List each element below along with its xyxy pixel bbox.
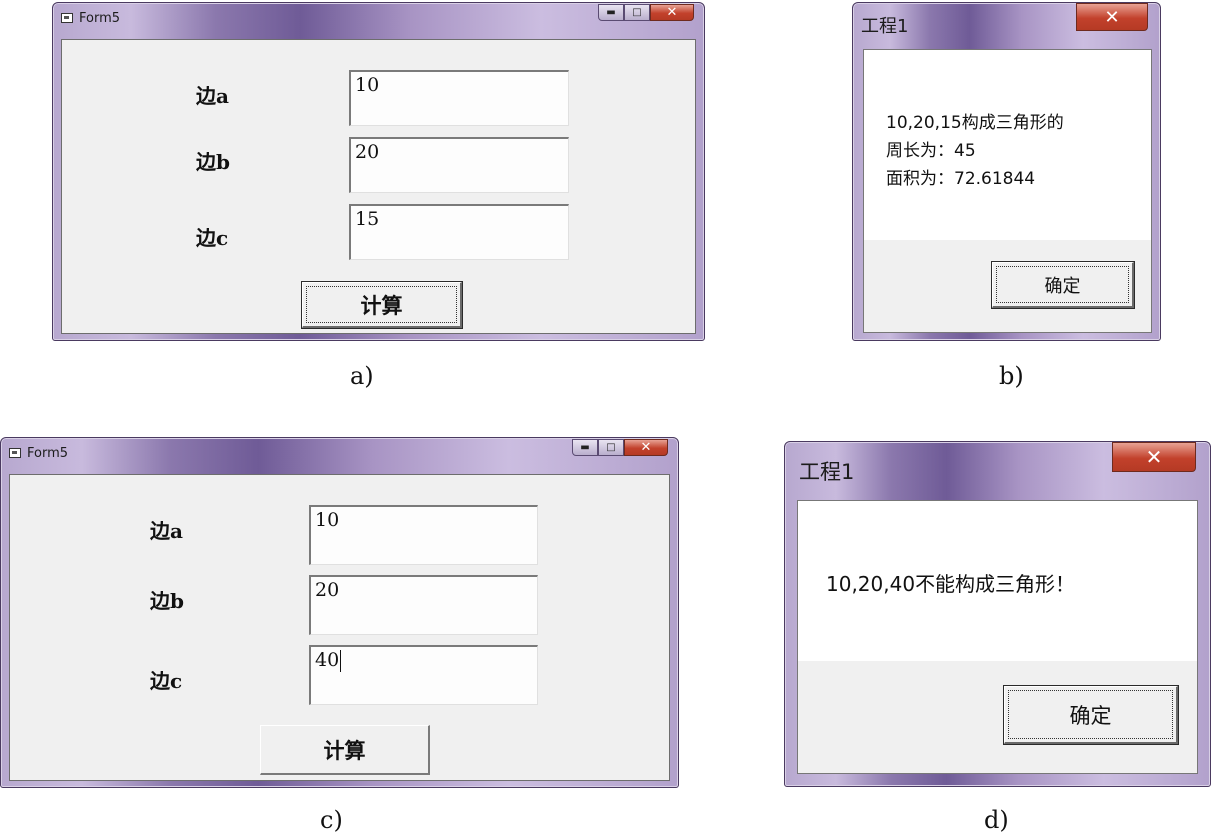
label-side-b: 边b <box>150 589 184 613</box>
label-side-b: 边b <box>196 150 230 174</box>
message-client-area: 10,20,40不能构成三角形！ 确定 <box>797 500 1198 774</box>
form-app-icon <box>61 13 73 23</box>
title-bar: Form5 <box>9 438 670 468</box>
close-icon[interactable]: ✕ <box>1112 442 1196 472</box>
side-c-input[interactable]: 15 <box>349 204 569 260</box>
ok-button[interactable]: 确定 <box>1004 686 1178 744</box>
caption-c: c) <box>320 806 343 834</box>
message-client-area: 10,20,15构成三角形的 周长为：45 面积为：72.61844 确定 <box>863 49 1152 333</box>
side-a-input[interactable]: 10 <box>309 505 538 565</box>
caption-b: b) <box>999 362 1024 390</box>
compute-button-label: 计算 <box>323 738 366 763</box>
form5-window-a: Form5 ▬ □ ✕ 边a 边b 边c 10 20 15 计算 <box>52 2 705 341</box>
message-line-3: 面积为：72.61844 <box>886 169 1036 189</box>
side-a-input[interactable]: 10 <box>349 70 569 126</box>
minimize-icon[interactable]: ▬ <box>598 4 624 21</box>
ok-button[interactable]: 确定 <box>992 262 1134 308</box>
compute-button[interactable]: 计算 <box>302 282 462 328</box>
message-box-b: 工程1 ✕ 10,20,15构成三角形的 周长为：45 面积为：72.61844… <box>852 2 1161 341</box>
caption-buttons: ✕ <box>1112 442 1196 472</box>
side-b-input[interactable]: 20 <box>309 575 538 635</box>
label-side-c: 边c <box>196 226 229 250</box>
window-title: Form5 <box>79 10 121 26</box>
message-line-1: 10,20,15构成三角形的 <box>886 113 1064 133</box>
window-title: Form5 <box>27 445 69 461</box>
compute-button[interactable]: 计算 <box>260 725 430 775</box>
label-side-a: 边a <box>150 519 183 543</box>
message-box-d: 工程1 ✕ 10,20,40不能构成三角形！ 确定 <box>784 441 1211 787</box>
message-text: 10,20,40不能构成三角形！ <box>826 572 1076 596</box>
caption-d: d) <box>984 806 1009 834</box>
form5-window-c: Form5 ▬ □ ✕ 边a 边b 边c 10 20 40 计算 <box>0 437 679 788</box>
caption-buttons: ▬ □ ✕ <box>598 4 694 21</box>
window-title: 工程1 <box>799 460 855 484</box>
caption-a: a) <box>350 362 374 390</box>
message-panel: 10,20,40不能构成三角形！ <box>798 501 1197 661</box>
close-icon[interactable]: ✕ <box>624 439 668 456</box>
form-client-area: 边a 边b 边c 10 20 40 计算 <box>9 474 670 781</box>
maximize-icon[interactable]: □ <box>598 439 624 456</box>
side-c-input[interactable]: 40 <box>309 645 538 705</box>
maximize-icon[interactable]: □ <box>624 4 650 21</box>
form-client-area: 边a 边b 边c 10 20 15 计算 <box>61 39 696 334</box>
close-icon[interactable]: ✕ <box>1076 3 1148 31</box>
window-title: 工程1 <box>861 16 909 37</box>
focus-rect <box>1008 690 1173 739</box>
label-side-c: 边c <box>150 669 183 693</box>
caption-buttons: ✕ <box>1076 3 1148 31</box>
focus-rect <box>996 266 1129 303</box>
message-panel: 10,20,15构成三角形的 周长为：45 面积为：72.61844 <box>864 50 1151 240</box>
close-icon[interactable]: ✕ <box>650 4 694 21</box>
message-line-2: 周长为：45 <box>886 141 976 161</box>
minimize-icon[interactable]: ▬ <box>572 439 598 456</box>
focus-rect <box>306 286 457 323</box>
side-b-input[interactable]: 20 <box>349 137 569 193</box>
form-app-icon <box>9 448 21 458</box>
label-side-a: 边a <box>196 84 229 108</box>
side-c-value: 40 <box>315 649 340 671</box>
caption-buttons: ▬ □ ✕ <box>572 439 668 456</box>
text-caret <box>340 650 342 672</box>
